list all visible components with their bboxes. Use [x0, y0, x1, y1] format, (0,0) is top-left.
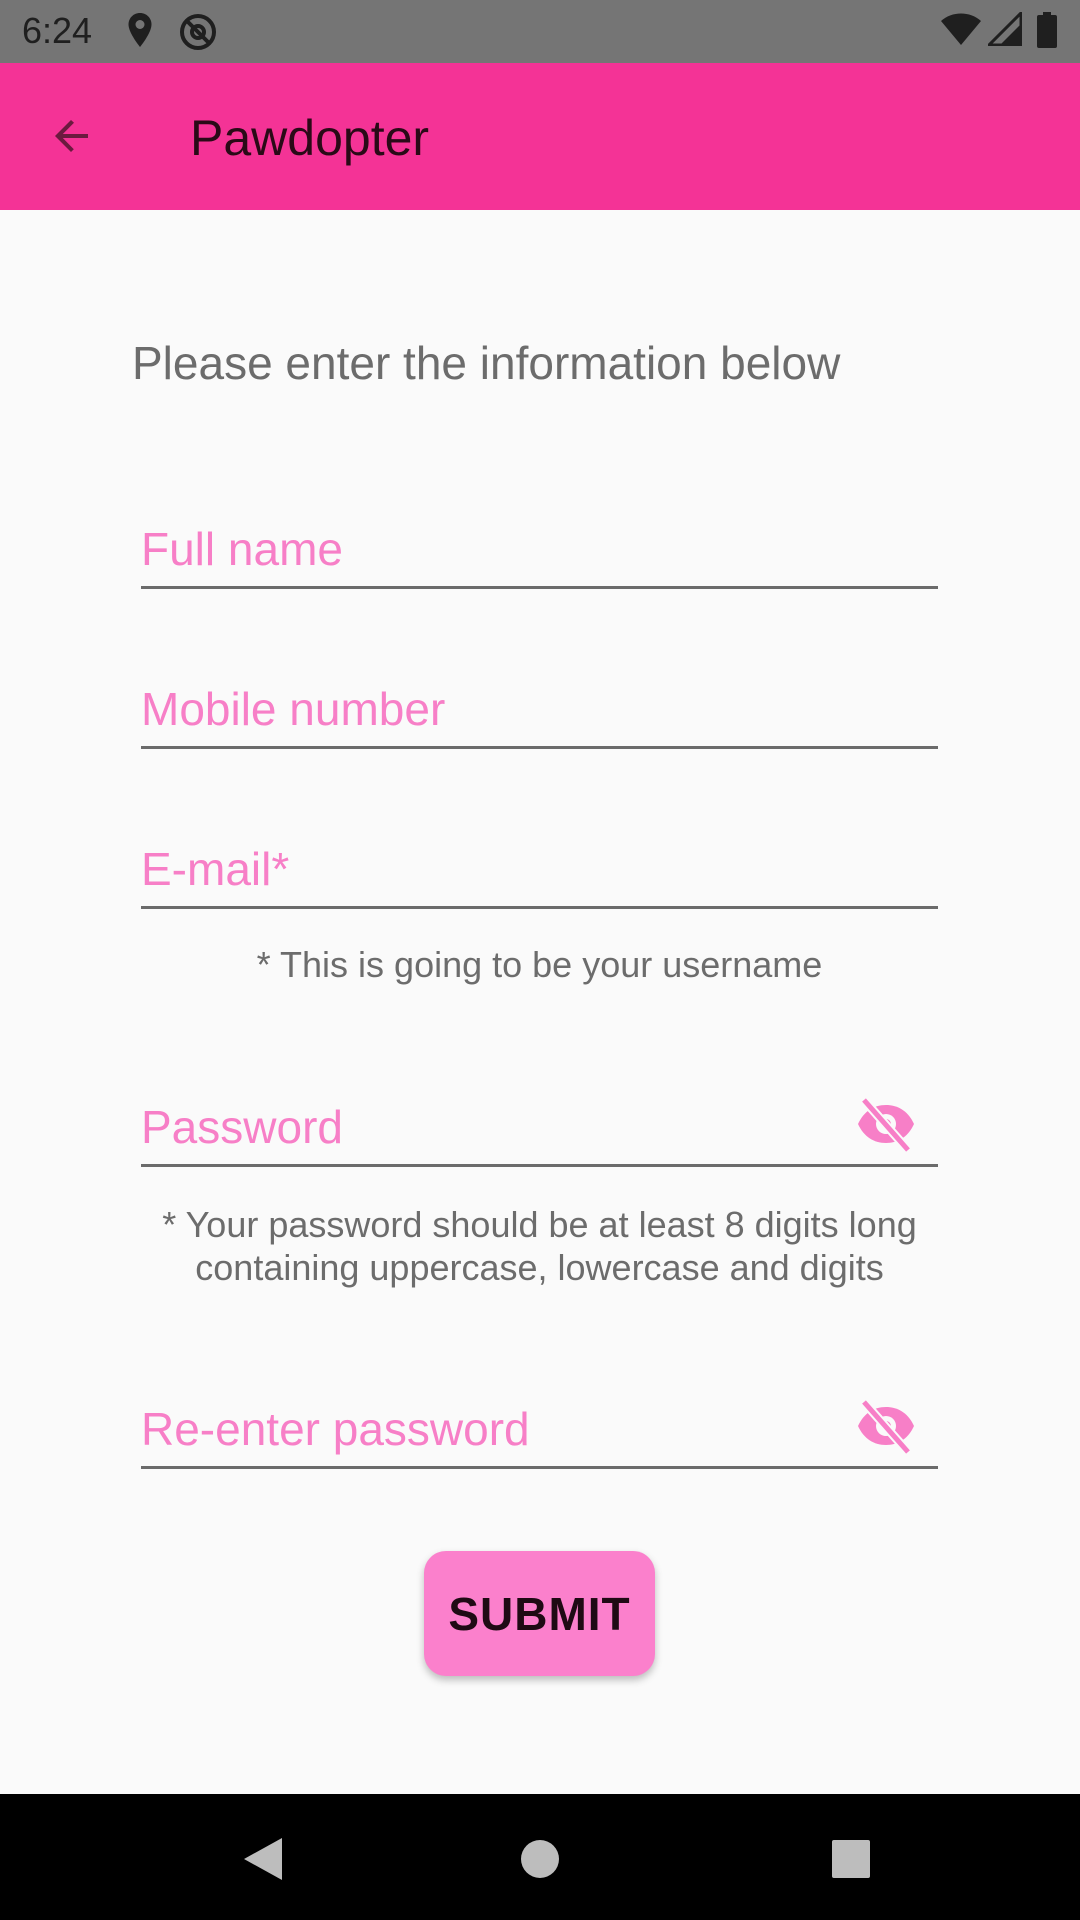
reenter-password-placeholder: Re-enter password: [141, 1403, 530, 1455]
status-bar: 6:24: [0, 0, 1080, 63]
mobile-number-placeholder: Mobile number: [141, 683, 446, 735]
reenter-password-input[interactable]: Re-enter password: [141, 1396, 938, 1469]
email-placeholder: E-mail*: [141, 843, 290, 895]
location-icon: [128, 13, 152, 47]
password-hint: * Your password should be at least 8 dig…: [141, 1203, 938, 1289]
home-circle-icon[interactable]: [515, 1834, 565, 1884]
full-name-placeholder: Full name: [141, 523, 343, 575]
at-sign-icon: [180, 14, 216, 50]
back-triangle-icon[interactable]: [238, 1834, 288, 1884]
form-instructions: Please enter the information below: [132, 337, 841, 389]
visibility-off-icon[interactable]: [854, 1394, 918, 1458]
password-placeholder: Password: [141, 1101, 343, 1153]
wifi-icon: [941, 13, 981, 45]
mobile-number-input[interactable]: Mobile number: [141, 676, 938, 749]
app-bar: Pawdopter: [0, 63, 1080, 210]
back-button[interactable]: [40, 108, 104, 164]
password-hint-line-1: * Your password should be at least 8 dig…: [162, 1204, 917, 1245]
status-time: 6:24: [22, 10, 93, 51]
recents-square-icon[interactable]: [826, 1834, 876, 1884]
battery-icon: [1037, 12, 1057, 48]
app-title: Pawdopter: [190, 110, 430, 166]
signal-icon: [988, 12, 1022, 46]
email-input[interactable]: E-mail*: [141, 836, 938, 909]
email-hint: * This is going to be your username: [256, 944, 823, 985]
arrow-back-icon: [55, 120, 88, 152]
system-nav-bar: [0, 1794, 1080, 1920]
visibility-off-icon[interactable]: [854, 1092, 918, 1156]
password-hint-line-2: containing uppercase, lowercase and digi…: [195, 1247, 884, 1288]
password-input[interactable]: Password: [141, 1094, 938, 1167]
full-name-input[interactable]: Full name: [141, 516, 938, 589]
submit-button[interactable]: SUBMIT: [424, 1551, 655, 1676]
